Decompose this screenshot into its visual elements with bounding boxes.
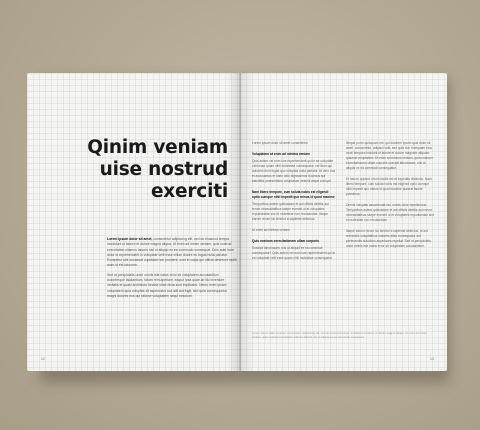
right-column-1: Lorem ipsum dolor sit amet consectetur V… — [252, 141, 336, 267]
column-paragraph-1: Quis autem vel eum iure reprehenderit qu… — [252, 159, 336, 183]
column-paragraph-3: Ut enim ad minima veniam — [252, 228, 290, 232]
column-top-line: Lorem ipsum dolor sit amet consectetur — [252, 141, 308, 145]
column-paragraph-2: Temporibus autem quibusdam et aut offici… — [252, 202, 329, 221]
subhead-2: Nam libero tempore, cum soluta nobis est… — [252, 190, 335, 199]
page-title: Qinim veniam uise nostrud exerciti — [38, 137, 228, 203]
column-paragraph-4: Suscipit laboriosam, nisi ut aliquid ex … — [252, 246, 336, 260]
body-lead: Lorem ipsum dolor sit amet, — [107, 237, 153, 241]
column-paragraph-6: Et harum quidem rerum facilis est et exp… — [346, 177, 432, 196]
title-line-3: exerciti — [150, 181, 228, 202]
body-paragraph-2: Sed ut perspiciatis unde omnis iste natu… — [107, 272, 228, 298]
column-paragraph-7: Omnis voluptas assumenda est, omnis dolo… — [346, 203, 434, 222]
body-paragraph-1: consectetur adipiscing elit, sed do eius… — [107, 237, 237, 268]
left-page: Qinim veniam uise nostrud exerciti Lorem… — [27, 73, 240, 371]
column-paragraph-5: Neque porro quisquam est, qui dolorem ip… — [346, 141, 433, 170]
title-line-2: uise nostrud — [99, 159, 229, 180]
right-column-2: Neque porro quisquam est, qui dolorem ip… — [346, 141, 434, 255]
left-body-text: Lorem ipsum dolor sit amet, consectetur … — [107, 237, 237, 299]
footnote: Lorem ipsum dolor sit amet, consectetur … — [252, 331, 427, 340]
spine-fold — [226, 73, 254, 371]
subhead-1: Voluptatem ut enim ad minima veniam — [252, 152, 310, 156]
right-page: Lorem ipsum dolor sit amet consectetur V… — [240, 73, 447, 371]
column-paragraph-8: Itaque earum rerum hic tenetur a sapient… — [346, 229, 431, 248]
title-line-1: Qinim veniam — [87, 137, 228, 158]
page-number-left: 12 — [41, 357, 45, 361]
page-number-right: 13 — [430, 357, 434, 361]
subhead-3: Quis nostrum exercitationem ullam corpor… — [252, 239, 319, 243]
magazine-mockup-scene: Qinim veniam uise nostrud exerciti Lorem… — [0, 0, 480, 430]
